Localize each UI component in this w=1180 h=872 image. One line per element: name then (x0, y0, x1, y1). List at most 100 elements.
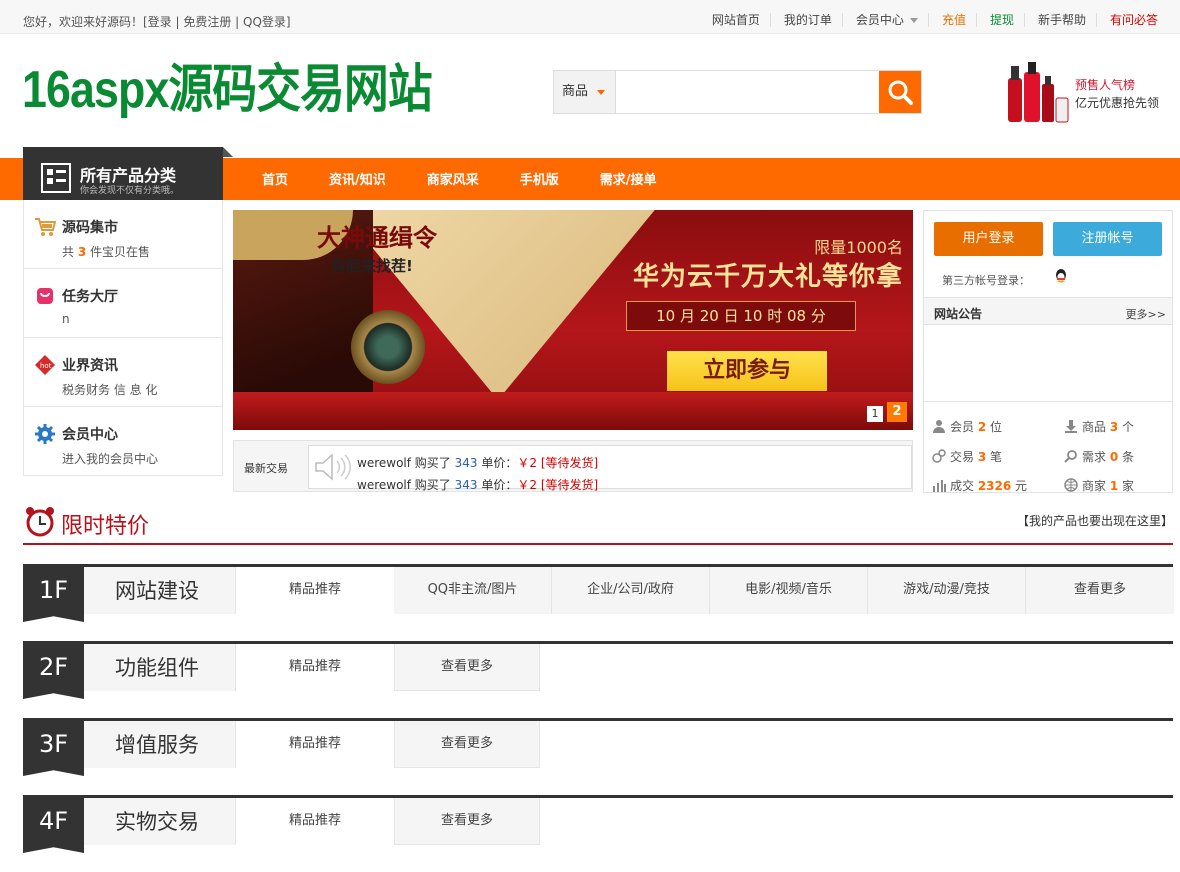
floor-tab[interactable]: QQ非主流/图片 (394, 567, 552, 614)
search-category-select[interactable]: 商品 (554, 71, 616, 113)
banner-headline: 大神通缉令 (317, 224, 437, 252)
task-bag-icon (37, 288, 53, 304)
floor-title: 实物交易 (84, 798, 236, 845)
floor-tab[interactable]: 电影/视频/音乐 (710, 567, 868, 614)
category-item-market[interactable]: 源码集市 共 3 件宝贝在售 (24, 200, 222, 269)
login-button[interactable]: 用户登录 (934, 222, 1043, 256)
banner-medallion-image (351, 310, 425, 384)
latest-trades-label: 最新交易 (244, 462, 288, 475)
category-item-industry-news[interactable]: hot 业界资讯 税务财务 信 息 化 (24, 338, 222, 407)
search-category-label: 商品 (562, 84, 589, 99)
nav-item-news[interactable]: 资讯/知识 (329, 158, 386, 204)
trade-row: werewolf 购买了 343 单价：￥2 [等待发货] (357, 478, 599, 492)
promo-banner[interactable]: 大神通缉令 有胆来找茬! 限量1000名 华为云千万大礼等你拿 10 月 20 … (233, 210, 913, 430)
floor-tab-featured[interactable]: 精品推荐 (236, 721, 394, 768)
nav-item-demand[interactable]: 需求/接单 (600, 158, 657, 204)
floor-tabs: 精品推荐 查看更多 (236, 644, 540, 691)
category-sub: n (62, 312, 70, 326)
main-nav: 所有产品分类 你会发现不仅有分类哦。 首页 资讯/知识 商家风采 手机版 需求/… (0, 147, 1180, 200)
banner-pager: 1 2 (863, 402, 907, 422)
all-categories-sub: 你会发现不仅有分类哦。 (80, 186, 180, 196)
category-item-tasks[interactable]: 任务大厅 n (24, 269, 222, 338)
notice-header: 网站公告 更多>> (924, 297, 1172, 325)
top-link-withdraw[interactable]: 提现 (975, 13, 1024, 27)
chart-icon (933, 480, 946, 492)
search-button[interactable] (879, 71, 921, 113)
top-link-member-label: 会员中心 (855, 13, 904, 27)
floor-title: 增值服务 (84, 721, 236, 768)
top-link-help[interactable]: 新手帮助 (1023, 13, 1096, 27)
top-link-qa[interactable]: 有问必答 (1095, 13, 1168, 27)
floor-tab-more[interactable]: 查看更多 (394, 644, 540, 691)
welcome-text[interactable]: 您好，欢迎来好源码！[登录 | 免费注册 | QQ登录] (23, 13, 291, 30)
banner-subline: 有胆来找茬! (331, 257, 413, 275)
top-link-member[interactable]: 会员中心 (841, 13, 928, 27)
search-icon (888, 80, 913, 105)
banner-stage (233, 392, 913, 430)
shop-icon (1064, 478, 1078, 492)
banner-page-1[interactable]: 1 (867, 406, 883, 422)
search-icon (1064, 450, 1077, 463)
nav-item-merchants[interactable]: 商家风采 (427, 158, 479, 204)
floor-2: 2F 功能组件 精品推荐 查看更多 (23, 641, 1173, 699)
floor-title: 功能组件 (84, 644, 236, 691)
floor-tab-more[interactable]: 查看更多 (394, 721, 540, 768)
all-categories-button[interactable]: 所有产品分类 你会发现不仅有分类哦。 (23, 147, 233, 200)
top-link-home[interactable]: 网站首页 (699, 13, 770, 27)
floor-number: 3F (23, 718, 84, 776)
stat-demands: 需求 0 条 (1064, 448, 1134, 465)
floor-number: 1F (23, 564, 84, 622)
stat-merchants: 商家 1 家 (1064, 477, 1134, 494)
latest-trades-ticker: werewolf 购买了 343 单价：￥2 [等待发货] werewolf 购… (308, 445, 912, 492)
floor-tab-featured[interactable]: 精品推荐 (236, 644, 394, 691)
floor-tab[interactable]: 游戏/动漫/竞技 (868, 567, 1026, 614)
category-title: 源码集市 (62, 220, 118, 236)
register-button[interactable]: 注册帐号 (1053, 222, 1162, 256)
floor-tab-featured[interactable]: 精品推荐 (236, 798, 394, 845)
category-sub: 税务财务 信 息 化 (62, 383, 158, 397)
qq-penguin-icon[interactable] (1054, 268, 1068, 284)
alarm-clock-icon (26, 507, 54, 537)
news-tag-icon: hot (35, 355, 55, 375)
nav-items: 首页 资讯/知识 商家风采 手机版 需求/接单 (262, 158, 698, 204)
speaker-icon (315, 453, 351, 481)
notice-title: 网站公告 (934, 307, 983, 321)
category-grid-icon (41, 163, 71, 193)
category-menu: 源码集市 共 3 件宝贝在售 任务大厅 n hot 业界资讯 税务财务 信 息 … (23, 200, 223, 476)
floor-tab-more[interactable]: 查看更多 (1026, 567, 1174, 614)
flash-sale-header: 限时特价 【我的产品也要出现在这里】 (23, 498, 1173, 545)
svg-text:hot: hot (40, 362, 52, 370)
notice-more-link[interactable]: 更多>> (1126, 306, 1166, 322)
search-bar: 商品 (553, 70, 922, 114)
floor-tab-more[interactable]: 查看更多 (394, 798, 540, 845)
banner-page-2[interactable]: 2 (887, 402, 907, 422)
banner-cta-button[interactable]: 立即参与 (667, 351, 827, 391)
flash-sale-promo-link[interactable]: 【我的产品也要出现在这里】 (1017, 512, 1173, 529)
floor-tabs: 精品推荐 QQ非主流/图片 企业/公司/政府 电影/视频/音乐 游戏/动漫/竞技… (236, 567, 1174, 614)
floor-1: 1F 网站建设 精品推荐 QQ非主流/图片 企业/公司/政府 电影/视频/音乐 … (23, 564, 1174, 622)
floor-title: 网站建设 (84, 567, 236, 614)
nav-item-home[interactable]: 首页 (262, 158, 288, 204)
site-logo[interactable]: 16aspx源码交易网站 (22, 50, 433, 130)
top-link-orders[interactable]: 我的订单 (769, 13, 842, 27)
category-sub: 共 3 件宝贝在售 (62, 245, 151, 259)
trade-row: werewolf 购买了 343 单价：￥2 [等待发货] (357, 456, 599, 470)
chevron-down-icon (597, 90, 605, 95)
floor-tab-featured[interactable]: 精品推荐 (236, 567, 394, 614)
stat-trades: 交易 3 笔 (932, 448, 1002, 465)
header-ad[interactable]: 预售人气榜 亿元优惠抢先领 (1002, 58, 1172, 128)
category-title: 会员中心 (62, 427, 118, 443)
category-title: 业界资讯 (62, 358, 118, 374)
download-icon (1065, 420, 1077, 433)
nav-item-mobile[interactable]: 手机版 (520, 158, 559, 204)
ad-subtitle: 亿元优惠抢先领 (1075, 96, 1160, 110)
search-input[interactable] (617, 71, 880, 113)
category-title: 任务大厅 (62, 289, 118, 305)
category-item-member-center[interactable]: 会员中心 进入我的会员中心 (24, 407, 222, 475)
chevron-down-icon (909, 18, 918, 23)
top-link-recharge[interactable]: 充值 (927, 13, 976, 27)
floor-number: 2F (23, 641, 84, 699)
floor-tab[interactable]: 企业/公司/政府 (552, 567, 710, 614)
stat-members: 会员 2 位 (932, 418, 1002, 435)
banner-date: 10 月 20 日 10 时 08 分 (626, 301, 856, 331)
